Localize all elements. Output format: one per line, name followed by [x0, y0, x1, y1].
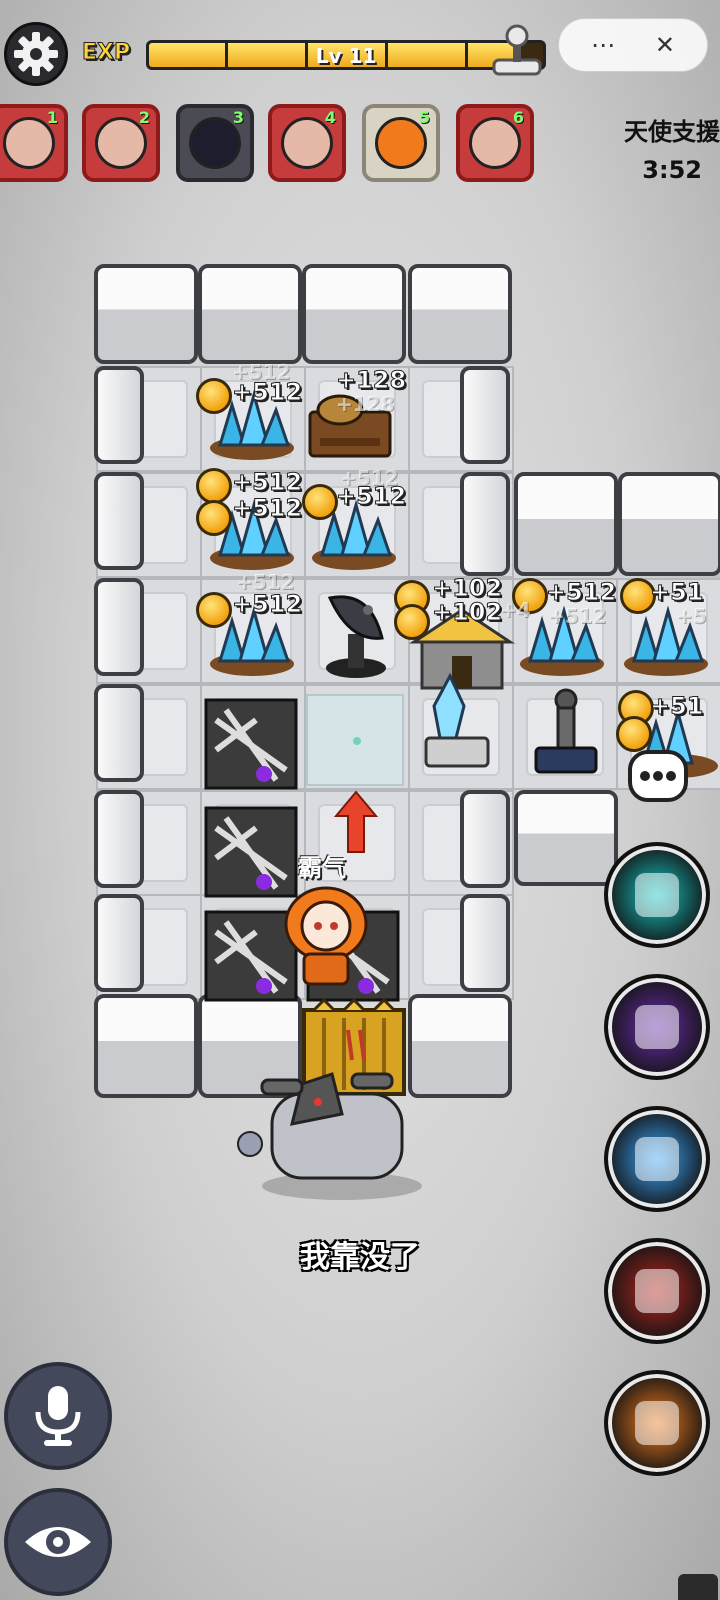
chat-dots-icon [640, 771, 676, 781]
microphone-icon [35, 1386, 81, 1446]
gold-gain-label: +512 [545, 578, 617, 607]
menu-corner-icon[interactable] [678, 1574, 718, 1600]
eye-icon [25, 1527, 91, 1557]
shield-skill-icon [635, 873, 679, 917]
ice-burst-skill-icon [635, 1137, 679, 1181]
pawn-tower [534, 688, 598, 774]
gold-gain-label: +512 [231, 590, 303, 619]
voice-chat-button[interactable] [4, 1362, 112, 1470]
view-toggle-button[interactable] [4, 1488, 112, 1596]
gold-coin-icon [196, 378, 232, 414]
gold-gain-label: +128 [335, 366, 407, 395]
buff-label: 霸气 [298, 854, 346, 882]
gold-gain-fading-label: +128 [336, 392, 395, 416]
skill-button-2[interactable] [604, 974, 710, 1080]
gold-gain-fading-label: +5 [676, 604, 707, 628]
rage-face-skill-icon [635, 1269, 679, 1313]
crossbow-trap [204, 806, 298, 898]
gold-coin-icon [196, 592, 232, 628]
gold-gain-label: +512 [231, 494, 303, 523]
crossbow-trap [204, 698, 298, 790]
gold-gain-label: +51 [650, 578, 705, 607]
crossbow-trap [204, 910, 298, 1002]
gold-coin-icon [302, 484, 338, 520]
gold-coin-icon [196, 500, 232, 536]
rocket-skill-icon [635, 1401, 679, 1445]
gold-gain-fading-label: +4 [500, 598, 531, 622]
skill-button-1[interactable] [604, 842, 710, 948]
gold-gain-label: +512 [335, 482, 407, 511]
radar-tower [326, 595, 386, 678]
gold-coin-icon [616, 716, 652, 752]
skill-button-4[interactable] [604, 1238, 710, 1344]
chat-bubble-button[interactable] [628, 750, 688, 802]
gold-gain-fading-label: +512 [548, 604, 607, 628]
gold-coin-icon [394, 604, 430, 640]
gold-gain-label: +51 [650, 692, 705, 721]
shadow-beast-skill-icon [635, 1005, 679, 1049]
skill-button-3[interactable] [604, 1106, 710, 1212]
board-structures [204, 389, 718, 1200]
skill-button-5[interactable] [604, 1370, 710, 1476]
gold-coin-icon [196, 468, 232, 504]
gold-gain-label: +512 [231, 378, 303, 407]
upgrade-arrow [333, 790, 379, 853]
gold-gain-label: +512 [231, 468, 303, 497]
gold-gain-label: +102 [431, 598, 503, 627]
